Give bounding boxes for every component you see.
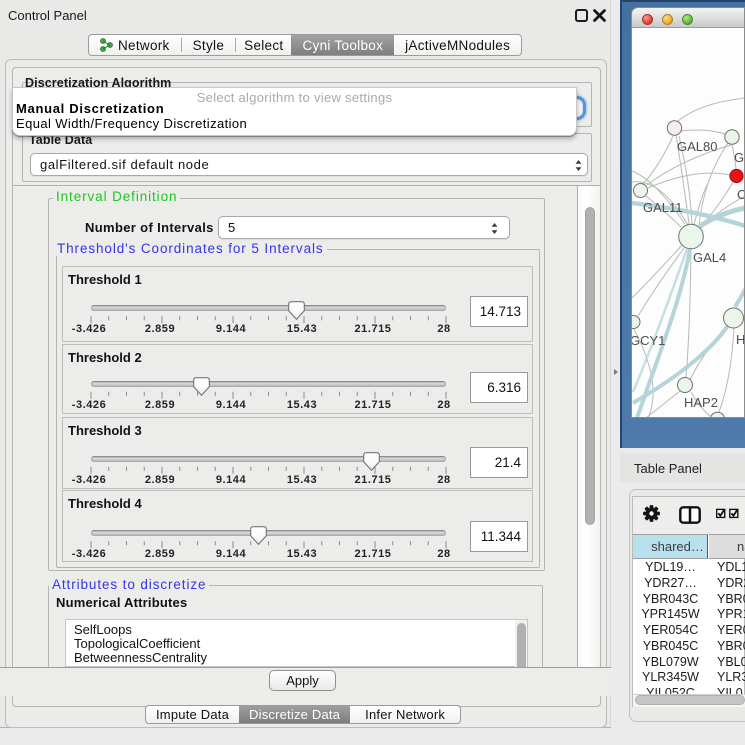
svg-text:GCY1: GCY1 xyxy=(632,333,665,348)
svg-text:GA: GA xyxy=(734,150,745,165)
svg-text:GAL11: GAL11 xyxy=(643,200,683,215)
svg-text:HAP2: HAP2 xyxy=(684,395,718,410)
svg-text:H: H xyxy=(736,332,745,347)
svg-text:GAL80: GAL80 xyxy=(677,139,717,154)
svg-text:GAL4: GAL4 xyxy=(693,250,726,265)
svg-text:C: C xyxy=(737,187,745,202)
